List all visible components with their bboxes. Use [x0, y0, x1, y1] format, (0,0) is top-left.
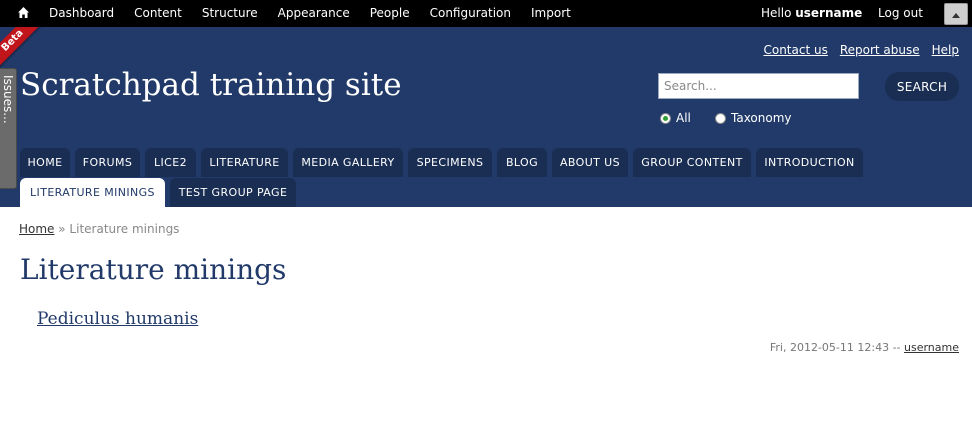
issues-tab-label: Issues...	[1, 75, 15, 124]
breadcrumb-home-link[interactable]: Home	[19, 222, 54, 236]
tab-about-us[interactable]: ABOUT US	[552, 148, 628, 177]
entry-date: Fri, 2012-05-11 12:43 --	[769, 341, 904, 354]
tab-literature-minings[interactable]: LITERATURE MININGS	[20, 178, 165, 207]
entry-link[interactable]: Pediculus humanis	[37, 309, 198, 329]
tab-media-gallery[interactable]: MEDIA GALLERY	[293, 148, 403, 177]
admin-menu-structure[interactable]: Structure	[202, 6, 258, 20]
breadcrumb-separator: »	[54, 222, 70, 236]
report-abuse-link[interactable]: Report abuse	[840, 43, 920, 57]
beta-ribbon: Beta	[0, 27, 44, 71]
logout-link[interactable]: Log out	[878, 6, 923, 20]
site-title[interactable]: Scratchpad training site	[20, 67, 402, 103]
radio-all-button[interactable]	[660, 112, 671, 124]
search-button[interactable]: SEARCH	[885, 72, 959, 101]
help-link[interactable]: Help	[932, 43, 959, 57]
admin-menu-dashboard[interactable]: Dashboard	[49, 6, 114, 20]
search-input[interactable]	[658, 73, 859, 99]
top-links: Contact us Report abuse Help	[751, 43, 959, 57]
site-header: Beta Issues... Contact us Report abuse H…	[0, 27, 972, 207]
radio-taxonomy-button[interactable]	[715, 112, 726, 124]
admin-menu-import[interactable]: Import	[531, 6, 571, 20]
greeting-username: username	[795, 6, 863, 20]
tab-lice2[interactable]: LICE2	[145, 148, 196, 177]
entry-meta: Fri, 2012-05-11 12:43 -- username	[770, 341, 959, 354]
home-icon[interactable]	[17, 6, 30, 19]
greeting-prefix: Hello	[761, 6, 796, 20]
admin-menu-configuration[interactable]: Configuration	[430, 6, 511, 20]
tab-introduction[interactable]: INTRODUCTION	[756, 148, 863, 177]
admin-menu-people[interactable]: People	[370, 6, 410, 20]
radio-taxonomy-label: Taxonomy	[731, 111, 792, 125]
beta-ribbon-label: Beta	[0, 27, 44, 71]
admin-menu: Dashboard Content Structure Appearance P…	[49, 6, 591, 20]
entry-author-link[interactable]: username	[904, 341, 959, 354]
admin-menu-appearance[interactable]: Appearance	[278, 6, 350, 20]
page-title: Literature minings	[20, 253, 287, 286]
tab-group-content[interactable]: GROUP CONTENT	[633, 148, 751, 177]
tab-literature[interactable]: LITERATURE	[201, 148, 288, 177]
breadcrumb-current: Literature minings	[69, 222, 180, 236]
tab-home[interactable]: HOME	[20, 148, 70, 177]
greeting: Hello username	[761, 6, 862, 20]
admin-menu-content[interactable]: Content	[134, 6, 182, 20]
tab-blog[interactable]: BLOG	[497, 148, 547, 177]
issues-tab[interactable]: Issues...	[0, 68, 17, 189]
toolbar-toggle-button[interactable]	[944, 3, 968, 25]
tab-forums[interactable]: FORUMS	[75, 148, 140, 177]
search-option-taxonomy[interactable]: Taxonomy	[715, 111, 792, 125]
radio-all-label: All	[676, 111, 691, 125]
tab-test-group-page[interactable]: TEST GROUP PAGE	[170, 178, 296, 207]
contact-us-link[interactable]: Contact us	[763, 43, 827, 57]
breadcrumb: Home » Literature minings	[19, 222, 179, 236]
tab-specimens[interactable]: SPECIMENS	[408, 148, 492, 177]
admin-toolbar: Dashboard Content Structure Appearance P…	[0, 0, 972, 27]
search-option-all[interactable]: All	[660, 111, 691, 125]
